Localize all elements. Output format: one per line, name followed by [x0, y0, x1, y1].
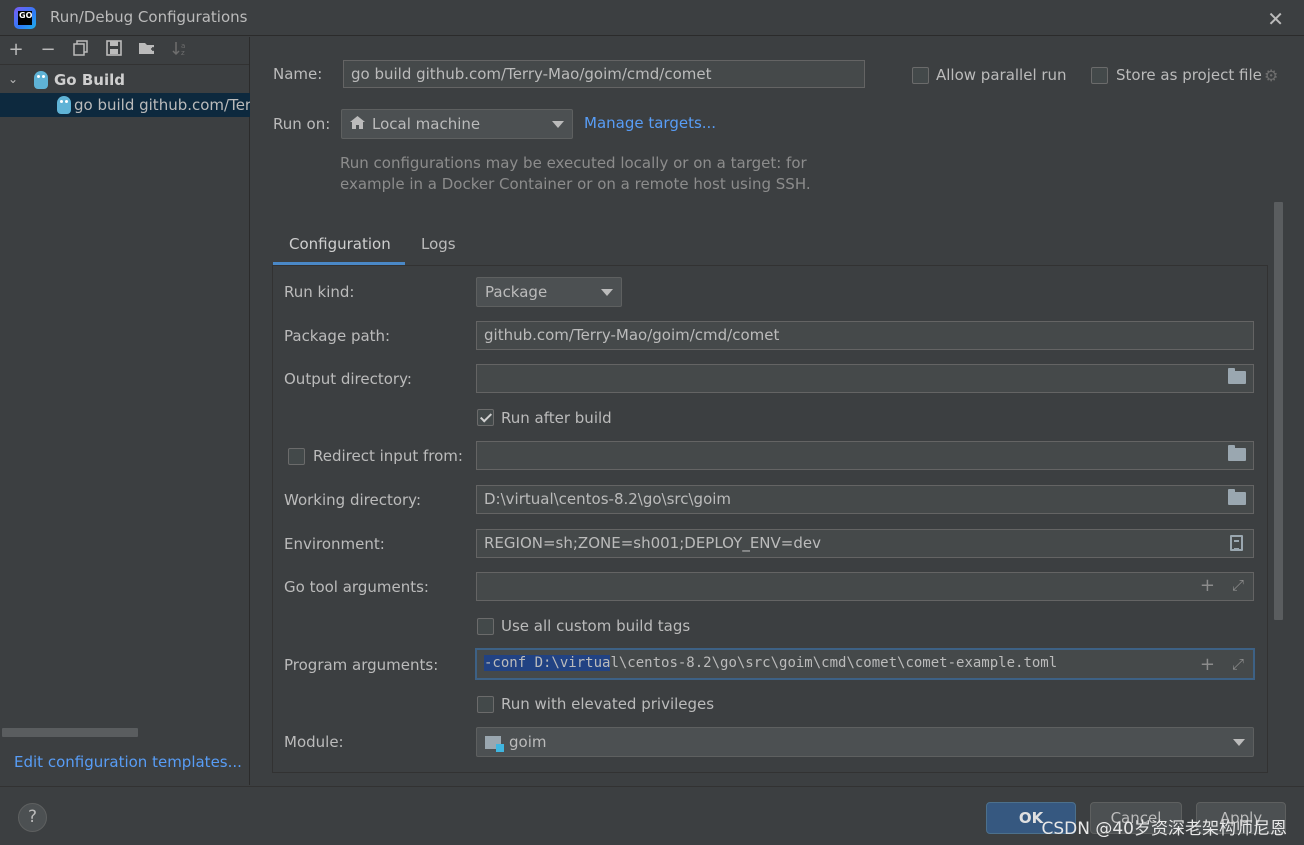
tree-group-go-build[interactable]: ⌄ Go Build — [0, 68, 250, 92]
gopher-icon — [34, 71, 48, 89]
sidebar-horizontal-scrollbar[interactable] — [2, 728, 138, 737]
module-icon — [485, 736, 504, 752]
vertical-scrollbar[interactable] — [1274, 202, 1283, 620]
working-directory-label: Working directory: — [284, 491, 422, 509]
sort-icon[interactable]: az — [170, 40, 190, 60]
name-field[interactable]: go build github.com/Terry-Mao/goim/cmd/c… — [343, 60, 865, 88]
close-icon[interactable]: ✕ — [1267, 7, 1284, 31]
working-directory-field[interactable]: D:\virtual\centos-8.2\go\src\goim — [476, 485, 1254, 514]
hint-line-2: example in a Docker Container or on a re… — [340, 175, 811, 193]
allow-parallel-run-label: Allow parallel run — [936, 66, 1067, 84]
app-icon-text: GO — [18, 11, 32, 25]
environment-field[interactable]: REGION=sh;ZONE=sh001;DEPLOY_ENV=dev — [476, 529, 1254, 558]
working-directory-value: D:\virtual\centos-8.2\go\src\goim — [484, 490, 732, 508]
add-icon[interactable]: + — [6, 40, 26, 60]
name-label: Name: — [273, 65, 323, 83]
output-directory-label: Output directory: — [284, 370, 412, 388]
run-after-build-label: Run after build — [501, 409, 612, 427]
tree-group-label: Go Build — [54, 71, 125, 89]
redirect-input-checkbox[interactable] — [288, 448, 305, 465]
run-kind-label: Run kind: — [284, 283, 355, 301]
goland-app-icon: GO — [14, 7, 36, 29]
copy-icon[interactable] — [71, 40, 91, 60]
module-value: goim — [509, 733, 547, 751]
package-path-label: Package path: — [284, 327, 391, 345]
chevron-down-icon — [552, 121, 564, 128]
run-after-build-checkbox[interactable] — [477, 409, 494, 426]
run-on-label: Run on: — [273, 115, 331, 133]
title-bar: GO Run/Debug Configurations ✕ — [0, 0, 1304, 36]
edit-configuration-templates-link[interactable]: Edit configuration templates... — [14, 753, 242, 771]
program-arguments-label: Program arguments: — [284, 656, 439, 674]
save-icon[interactable] — [104, 40, 124, 60]
new-folder-icon[interactable] — [137, 40, 157, 60]
tree-item-go-build-comet[interactable]: go build github.com/Terr — [0, 93, 250, 117]
environment-value: REGION=sh;ZONE=sh001;DEPLOY_ENV=dev — [484, 534, 821, 552]
run-kind-value: Package — [485, 283, 548, 301]
home-icon — [350, 115, 372, 133]
gopher-icon — [57, 96, 71, 114]
manage-targets-link[interactable]: Manage targets... — [584, 114, 716, 132]
remove-icon[interactable]: − — [38, 40, 58, 60]
hint-line-1: Run configurations may be executed local… — [340, 154, 807, 172]
chevron-down-icon — [601, 289, 613, 296]
configuration-editor: Name: go build github.com/Terry-Mao/goim… — [251, 37, 1304, 785]
use-custom-build-tags-label: Use all custom build tags — [501, 617, 691, 635]
dialog-footer: ? OK Cancel Apply CSDN @40岁资深老架构师尼恩 — [0, 786, 1304, 845]
chevron-down-icon — [1233, 739, 1245, 746]
module-dropdown[interactable]: goim — [476, 727, 1254, 757]
folder-icon[interactable] — [1228, 445, 1246, 461]
configuration-panel: Run kind: Package Package path: github.c… — [272, 265, 1268, 773]
run-elevated-label: Run with elevated privileges — [501, 695, 715, 713]
tree-item-label: go build github.com/Terr — [74, 96, 250, 114]
program-arguments-rest: l\centos-8.2\go\src\goim\cmd\comet\comet… — [610, 655, 1058, 671]
run-on-value: Local machine — [372, 115, 481, 133]
program-arguments-selection: -conf D:\virtua — [484, 655, 611, 671]
chevron-down-icon[interactable]: ⌄ — [8, 72, 18, 86]
environment-label: Environment: — [284, 535, 385, 553]
gear-icon[interactable]: ⚙ — [1264, 66, 1280, 85]
tab-configuration[interactable]: Configuration — [273, 227, 405, 265]
svg-text:z: z — [181, 49, 185, 56]
go-tool-arguments-label: Go tool arguments: — [284, 578, 429, 596]
redirect-input-field[interactable] — [476, 441, 1254, 470]
expand-icon[interactable]: ⤢ — [1232, 655, 1244, 673]
csdn-watermark: CSDN @40岁资深老架构师尼恩 — [1041, 819, 1287, 839]
program-arguments-field[interactable]: -conf D:\virtual\centos-8.2\go\src\goim\… — [475, 648, 1255, 680]
edit-environment-icon[interactable] — [1230, 535, 1243, 551]
sidebar-toolbar: + − az — [0, 37, 249, 65]
output-directory-field[interactable] — [476, 364, 1254, 393]
package-path-field[interactable]: github.com/Terry-Mao/goim/cmd/comet — [476, 321, 1254, 350]
help-button[interactable]: ? — [18, 803, 47, 832]
run-elevated-checkbox[interactable] — [477, 696, 494, 713]
go-tool-arguments-field[interactable]: + ⤢ — [476, 572, 1254, 601]
run-on-dropdown[interactable]: Local machine — [341, 109, 573, 139]
window-title: Run/Debug Configurations — [50, 8, 248, 26]
allow-parallel-run-checkbox[interactable] — [912, 67, 929, 84]
redirect-input-label: Redirect input from: — [313, 447, 463, 465]
use-custom-build-tags-checkbox[interactable] — [477, 618, 494, 635]
run-kind-dropdown[interactable]: Package — [476, 277, 622, 307]
store-as-project-file-label: Store as project file — [1116, 66, 1262, 84]
run-on-hint: Run configurations may be executed local… — [340, 153, 811, 195]
configurations-sidebar: + − az ⌄ Go Build go build github.com/Te… — [0, 37, 250, 785]
plus-icon[interactable]: + — [1200, 575, 1215, 596]
tab-logs[interactable]: Logs — [421, 227, 456, 265]
store-as-project-file-checkbox[interactable] — [1091, 67, 1108, 84]
expand-icon[interactable]: ⤢ — [1232, 576, 1244, 594]
plus-icon[interactable]: + — [1200, 654, 1215, 675]
module-label: Module: — [284, 733, 344, 751]
folder-icon[interactable] — [1228, 368, 1246, 384]
folder-icon[interactable] — [1228, 489, 1246, 505]
